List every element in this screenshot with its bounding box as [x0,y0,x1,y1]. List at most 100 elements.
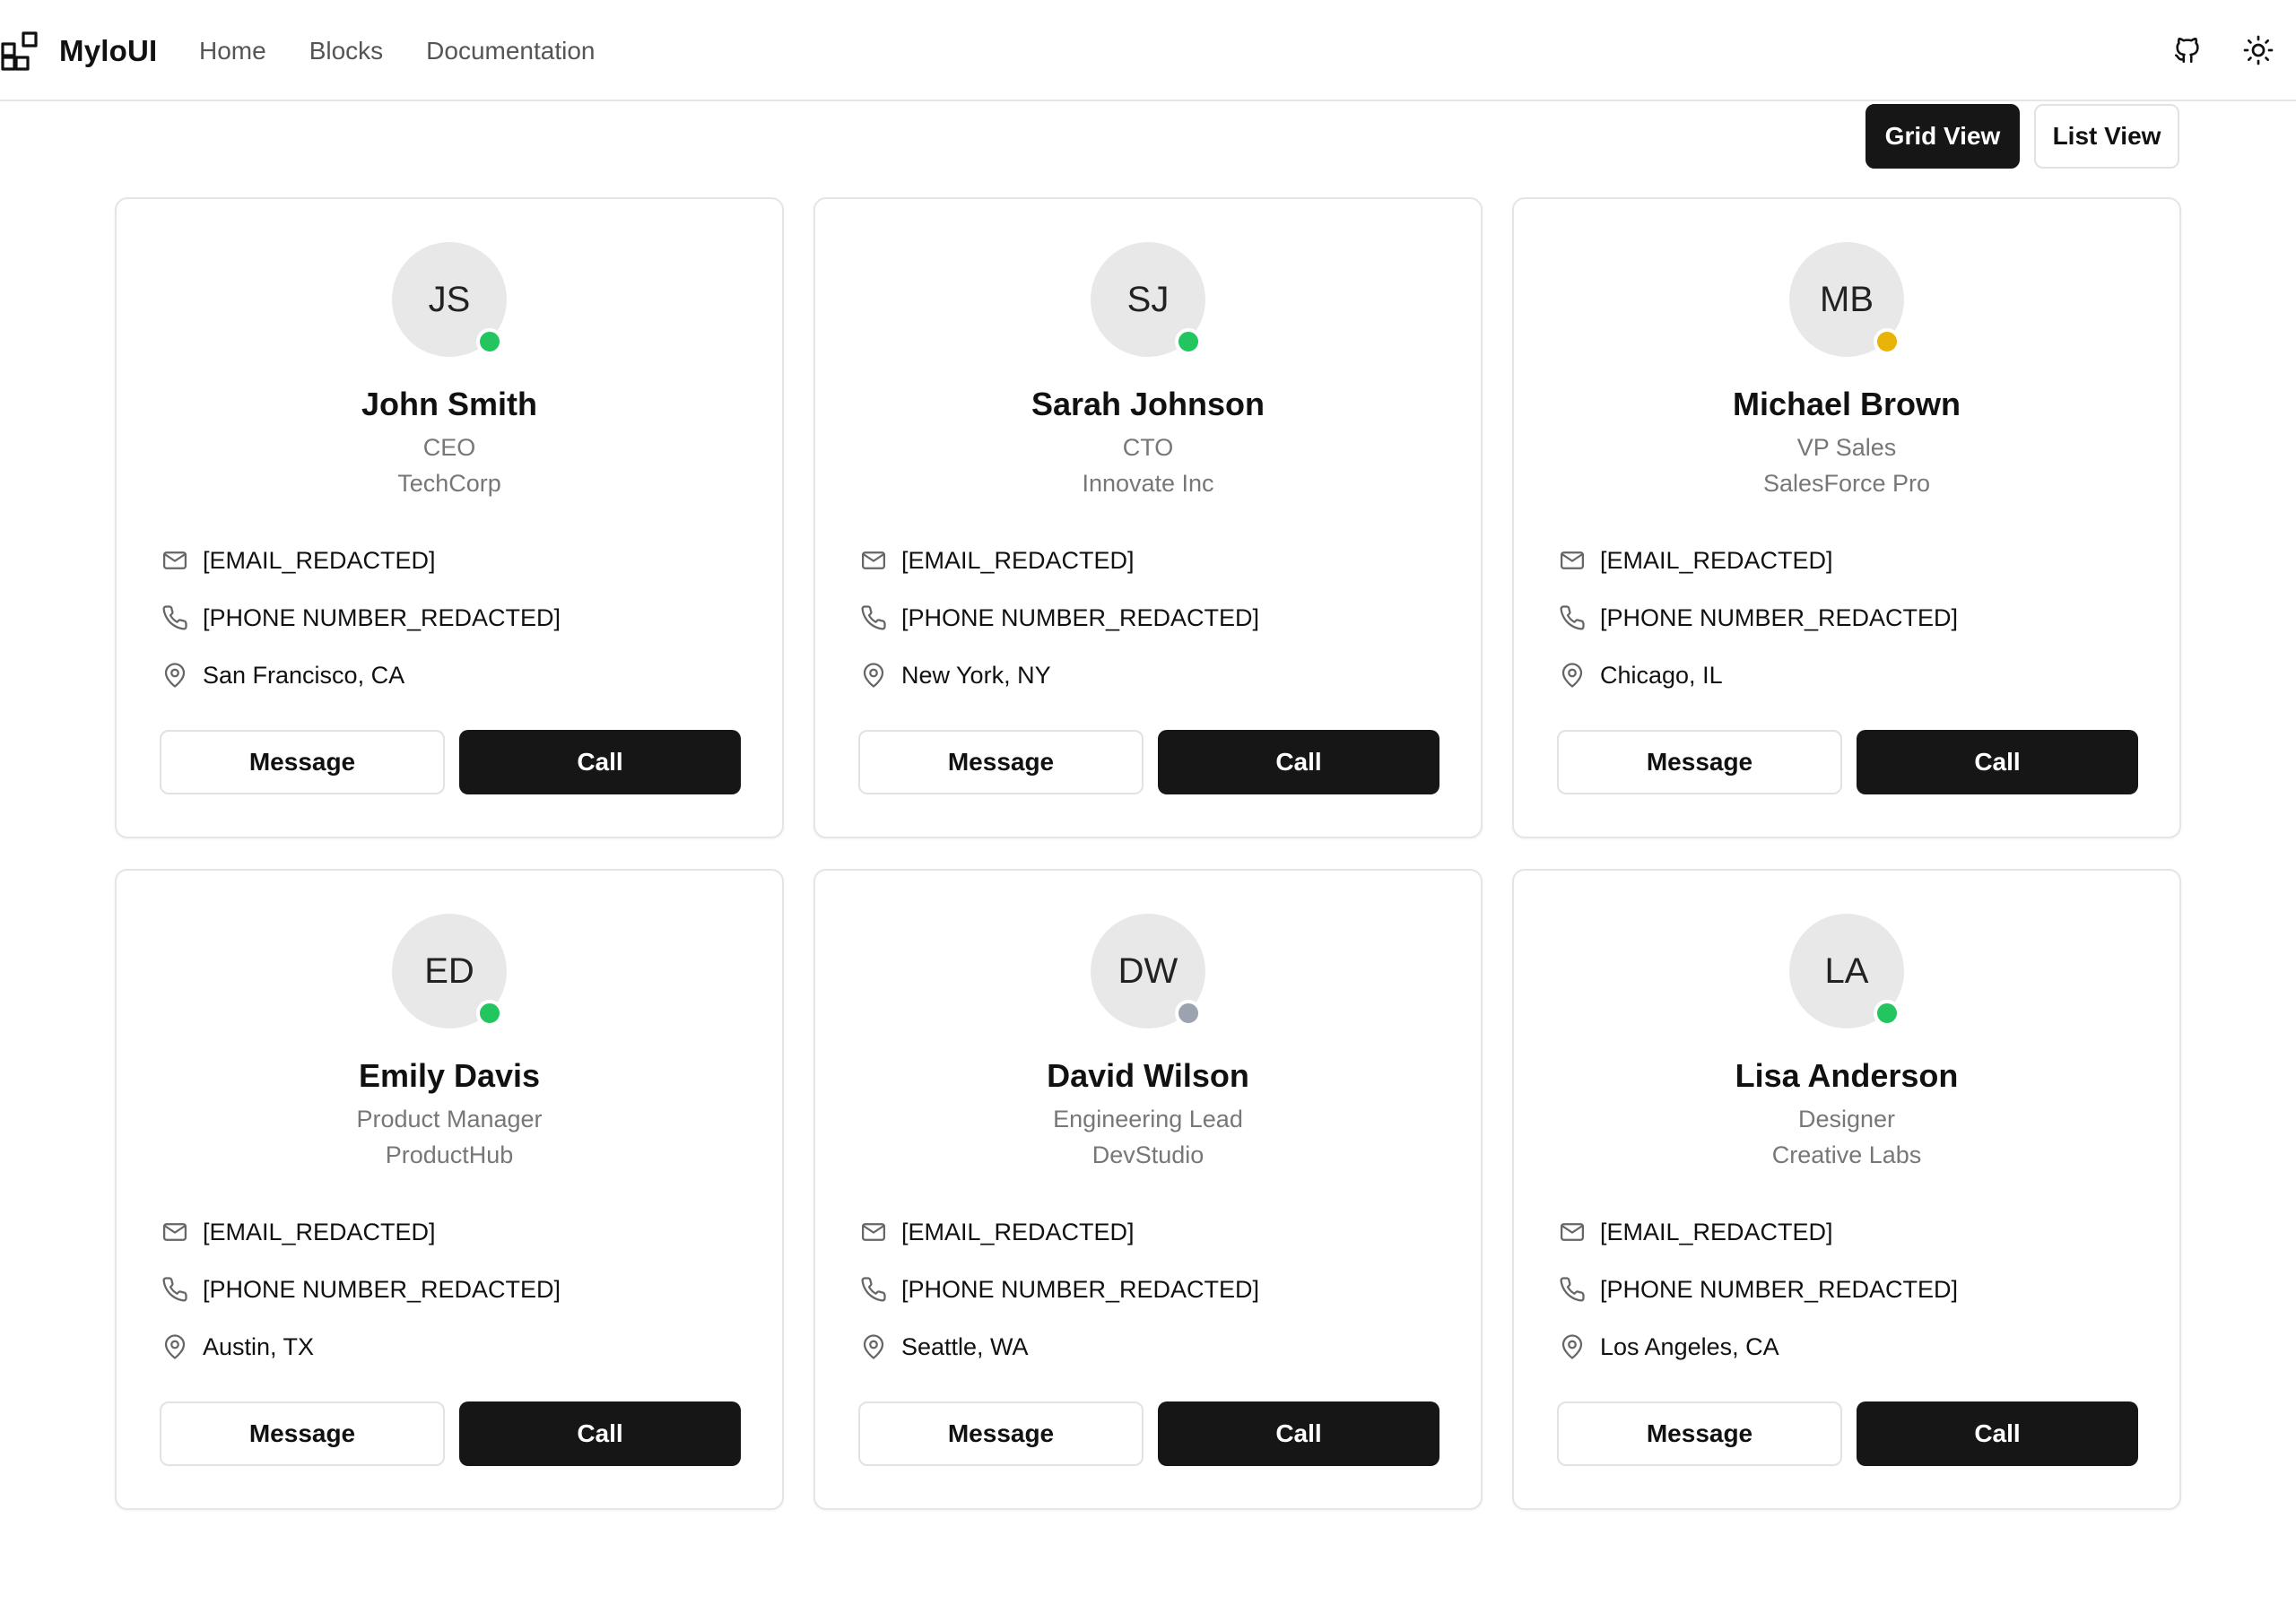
avatar-wrapper: DW [1091,914,1205,1028]
map-pin-icon [160,660,190,690]
contact-name: Lisa Anderson [1735,1057,1959,1094]
sun-icon[interactable] [2239,31,2277,69]
avatar-wrapper: MB [1789,242,1904,357]
phone-icon [858,603,889,633]
contacts-grid: JS John Smith CEO TechCorp [EMAIL_REDACT… [115,197,2181,1510]
card-actions: Message Call [858,730,1439,794]
status-indicator [1175,328,1202,355]
main-nav: Home Blocks Documentation [199,30,596,72]
github-icon[interactable] [2169,31,2206,69]
call-button[interactable]: Call [1158,730,1439,794]
phone-row: [PHONE NUMBER_REDACTED] [858,1274,1259,1305]
email-row: [EMAIL_REDACTED] [1557,1217,1833,1247]
contact-email: [EMAIL_REDACTED] [901,1218,1135,1245]
phone-row: [PHONE NUMBER_REDACTED] [1557,603,1958,633]
map-pin-icon [1557,660,1587,690]
contact-card: ED Emily Davis Product Manager ProductHu… [115,869,784,1510]
contact-role: Product Manager [356,1106,543,1132]
email-row: [EMAIL_REDACTED] [160,545,436,576]
avatar-wrapper: JS [392,242,507,357]
nav-link-home[interactable]: Home [199,37,266,65]
contact-card: SJ Sarah Johnson CTO Innovate Inc [EMAIL… [813,197,1483,838]
map-pin-icon [160,1332,190,1362]
nav-link-documentation[interactable]: Documentation [426,37,595,65]
message-button[interactable]: Message [1557,1401,1842,1466]
contact-location: New York, NY [901,661,1051,689]
call-button[interactable]: Call [459,730,741,794]
contact-role: Designer [1797,1106,1896,1132]
location-row: Seattle, WA [858,1332,1029,1362]
contact-location: Los Angeles, CA [1600,1332,1779,1360]
contact-role: CTO [1122,434,1174,461]
contact-email: [EMAIL_REDACTED] [1600,546,1833,574]
status-indicator [1175,1000,1202,1027]
message-button[interactable]: Message [858,1401,1144,1466]
status-indicator [476,1000,503,1027]
mail-icon [160,545,190,576]
phone-icon [858,1274,889,1305]
contact-name: David Wilson [1047,1057,1249,1094]
message-button[interactable]: Message [1557,730,1842,794]
contact-company: SalesForce Pro [1762,470,1931,497]
status-indicator [1874,328,1900,355]
brand[interactable]: MyloUI [0,30,157,72]
email-row: [EMAIL_REDACTED] [1557,545,1833,576]
status-indicator [476,328,503,355]
card-actions: Message Call [858,1401,1439,1466]
blocks-logo-icon [0,30,41,72]
contact-card: MB Michael Brown VP Sales SalesForce Pro… [1512,197,2181,838]
card-actions: Message Call [160,1401,741,1466]
call-button[interactable]: Call [1857,1401,2138,1466]
contact-email: [EMAIL_REDACTED] [203,1218,436,1245]
card-actions: Message Call [160,730,741,794]
location-row: Los Angeles, CA [1557,1332,1779,1362]
contact-location: Austin, TX [203,1332,315,1360]
contact-role: Engineering Lead [1053,1106,1243,1132]
location-row: Austin, TX [160,1332,314,1362]
message-button[interactable]: Message [858,730,1144,794]
contact-card: LA Lisa Anderson Designer Creative Labs … [1512,869,2181,1510]
contact-company: ProductHub [385,1141,514,1168]
phone-row: [PHONE NUMBER_REDACTED] [160,1274,561,1305]
card-actions: Message Call [1557,730,2138,794]
contact-name: John Smith [361,386,537,422]
mail-icon [160,1217,190,1247]
location-row: San Francisco, CA [160,660,404,690]
message-button[interactable]: Message [160,1401,445,1466]
mail-icon [858,1217,889,1247]
contact-name: Michael Brown [1732,386,1961,422]
contact-email: [EMAIL_REDACTED] [1600,1218,1833,1245]
status-indicator [1874,1000,1900,1027]
location-row: Chicago, IL [1557,660,1723,690]
top-navbar: MyloUI Home Blocks Documentation [0,0,2296,101]
avatar-wrapper: LA [1789,914,1904,1028]
card-actions: Message Call [1557,1401,2138,1466]
map-pin-icon [1557,1332,1587,1362]
location-row: New York, NY [858,660,1051,690]
contact-company: Innovate Inc [1082,470,1214,497]
message-button[interactable]: Message [160,730,445,794]
brand-name: MyloUI [59,34,158,67]
call-button[interactable]: Call [459,1401,741,1466]
list-view-button[interactable]: List View [2034,104,2179,169]
contact-phone: [PHONE NUMBER_REDACTED] [1600,1275,1959,1303]
contact-role: VP Sales [1796,434,1897,461]
grid-view-button[interactable]: Grid View [1866,104,2020,169]
call-button[interactable]: Call [1158,1401,1439,1466]
mail-icon [1557,1217,1587,1247]
contact-company: TechCorp [397,470,501,497]
avatar-wrapper: SJ [1091,242,1205,357]
call-button[interactable]: Call [1857,730,2138,794]
contact-phone: [PHONE NUMBER_REDACTED] [1600,603,1959,631]
contact-role: CEO [422,434,476,461]
mail-icon [1557,545,1587,576]
map-pin-icon [858,1332,889,1362]
contact-location: Chicago, IL [1600,661,1723,689]
contact-phone: [PHONE NUMBER_REDACTED] [901,1275,1260,1303]
nav-link-blocks[interactable]: Blocks [309,37,383,65]
phone-row: [PHONE NUMBER_REDACTED] [1557,1274,1958,1305]
phone-row: [PHONE NUMBER_REDACTED] [160,603,561,633]
contact-phone: [PHONE NUMBER_REDACTED] [203,603,561,631]
contact-location: San Francisco, CA [203,661,405,689]
email-row: [EMAIL_REDACTED] [858,545,1135,576]
